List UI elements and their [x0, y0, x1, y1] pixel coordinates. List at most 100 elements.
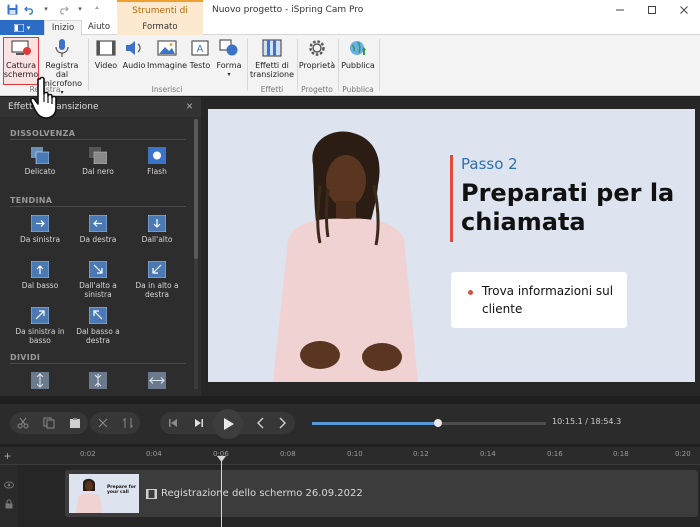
- transition-flash[interactable]: Flash: [127, 147, 187, 176]
- scrollbar-thumb[interactable]: [194, 119, 198, 259]
- immagine-button[interactable]: Immagine: [147, 38, 187, 70]
- group-progetto-label: Progetto: [301, 85, 333, 94]
- previous-icon[interactable]: [160, 412, 186, 434]
- panel-scrollbar[interactable]: [194, 119, 198, 389]
- ispring-cam-window: ▾ ▾ ⩡ Strumenti di disegno Nuovo progett…: [0, 0, 700, 527]
- ribbon-separator: [379, 39, 380, 91]
- transition-dall-alto-a-sinistra[interactable]: Dall'alto a sinistra: [68, 261, 128, 299]
- presenter-image: [273, 131, 418, 382]
- section-label: DISSOLVENZA: [10, 129, 76, 138]
- customize-icon[interactable]: ⩡: [91, 3, 103, 15]
- clip-thumb-text: Prepare for your call: [107, 485, 136, 495]
- arrow-up-right-icon: [31, 307, 49, 324]
- pubblica-button[interactable]: Pubblica: [340, 38, 376, 70]
- transition-dall-alto[interactable]: Dall'alto: [127, 215, 187, 244]
- add-track-icon[interactable]: +: [4, 449, 11, 463]
- section-label: TENDINA: [10, 196, 53, 205]
- track-controls: [0, 465, 18, 527]
- transition-da-destra[interactable]: Da destra: [68, 215, 128, 244]
- playback-progress[interactable]: [312, 419, 546, 427]
- preview-area: Passo 2 Preparati per la chiamata Trova …: [201, 97, 700, 396]
- chevron-down-icon[interactable]: ▾: [40, 3, 52, 15]
- text-icon: A: [189, 38, 211, 58]
- transition-dal-basso[interactable]: Dal basso: [10, 261, 70, 290]
- gear-icon: [306, 38, 328, 58]
- split-icon[interactable]: [90, 412, 115, 434]
- testo-button[interactable]: A Testo: [187, 38, 213, 70]
- divider: [10, 139, 186, 140]
- redo-icon[interactable]: [57, 3, 69, 15]
- arrow-down-right-icon: [89, 261, 107, 278]
- split-horizontal-icon[interactable]: [148, 372, 166, 389]
- transition-da-in-alto-a-destra[interactable]: Da in alto a destra: [127, 261, 187, 299]
- arrow-right-icon: [31, 215, 49, 232]
- copy-icon[interactable]: [36, 412, 62, 434]
- transition-da-sinistra[interactable]: Da sinistra: [10, 215, 70, 244]
- fade-icon: [31, 147, 49, 164]
- file-menu-button[interactable]: ▾: [0, 20, 44, 35]
- arrow-up-left-icon: [89, 307, 107, 324]
- transition-delicato[interactable]: Delicato: [10, 147, 70, 176]
- clip-thumb-image: [76, 478, 102, 513]
- shape-icon: [218, 38, 240, 58]
- progress-fill: [312, 422, 439, 425]
- timeline-clip[interactable]: Prepare for your call Registrazione dell…: [65, 470, 698, 517]
- slide-card: Trova informazioni sul cliente: [451, 272, 627, 328]
- context-tab-group: Strumenti di disegno: [117, 0, 203, 34]
- ribbon-tab-row: ▾ Inizio Aiuto Formato: [0, 20, 700, 36]
- window-controls: [604, 0, 700, 20]
- transition-da-sinistra-in-basso[interactable]: Da sinistra in basso: [10, 307, 70, 345]
- speaker-icon: [123, 38, 145, 58]
- tab-formato[interactable]: Formato: [117, 20, 203, 36]
- audio-button[interactable]: Audio: [121, 38, 147, 70]
- paste-icon[interactable]: [62, 412, 88, 434]
- transition-dal-nero[interactable]: Dal nero: [68, 147, 128, 176]
- tick-label: 0:10: [347, 450, 363, 458]
- cut-icon[interactable]: [10, 412, 36, 434]
- lock-icon[interactable]: [4, 499, 14, 509]
- eye-icon[interactable]: [4, 481, 14, 489]
- video-button[interactable]: Video: [92, 38, 120, 70]
- slide-canvas[interactable]: Passo 2 Preparati per la chiamata Trova …: [208, 109, 695, 382]
- maximize-button[interactable]: [636, 0, 668, 20]
- cattura-schermo-button[interactable]: Cattura schermo: [4, 38, 38, 79]
- transitions-panel: Effetti di transizione × DISSOLVENZA Del…: [0, 97, 201, 396]
- forma-button[interactable]: Forma ▾: [215, 38, 243, 79]
- tick-label: 0:16: [547, 450, 563, 458]
- split-inward-icon[interactable]: [89, 372, 107, 389]
- timeline-ruler[interactable]: + 0:02 0:04 0:06 0:08 0:10 0:12 0:14 0:1…: [0, 447, 700, 465]
- undo-icon[interactable]: [23, 3, 35, 15]
- flash-icon: [148, 147, 166, 164]
- menu-icon: [13, 23, 24, 32]
- play-button[interactable]: [213, 409, 243, 439]
- proprieta-button[interactable]: Proprietà: [299, 38, 335, 70]
- minimize-button[interactable]: [604, 0, 636, 20]
- next-icon[interactable]: [186, 412, 212, 434]
- playhead[interactable]: [221, 459, 222, 527]
- microphone-icon: [51, 38, 73, 58]
- chevron-down-icon[interactable]: ▾: [74, 3, 86, 15]
- arrow-down-left-icon: [148, 261, 166, 278]
- title-bar: ▾ ▾ ⩡ Strumenti di disegno Nuovo progett…: [0, 0, 700, 34]
- slide-heading: Preparati per la chiamata: [461, 179, 675, 236]
- close-button[interactable]: [668, 0, 700, 20]
- ribbon-separator: [88, 39, 89, 91]
- chevron-right-icon[interactable]: [269, 412, 295, 434]
- progress-knob[interactable]: [434, 419, 443, 427]
- effetti-transizione-button[interactable]: Effetti di transizione: [250, 38, 294, 79]
- tab-inizio[interactable]: Inizio: [44, 20, 82, 36]
- slide-step: Passo 2: [461, 155, 518, 173]
- transition-dal-basso-a-destra[interactable]: Dal basso a destra: [68, 307, 128, 345]
- arrow-down-icon: [148, 215, 166, 232]
- save-icon[interactable]: [6, 3, 18, 15]
- tab-aiuto[interactable]: Aiuto: [82, 20, 116, 36]
- trim-icon[interactable]: [115, 412, 140, 434]
- tick-label: 0:18: [613, 450, 629, 458]
- clip-name: Registrazione dello schermo 26.09.2022: [146, 488, 363, 499]
- clip-thumbnail: Prepare for your call: [69, 474, 139, 513]
- tick-label: 0:12: [413, 450, 429, 458]
- ribbon: Cattura schermo Registra dal microfono ▾…: [0, 35, 700, 96]
- split-vertical-icon[interactable]: [31, 372, 49, 389]
- close-icon[interactable]: ×: [186, 99, 193, 113]
- film-icon: [146, 488, 157, 499]
